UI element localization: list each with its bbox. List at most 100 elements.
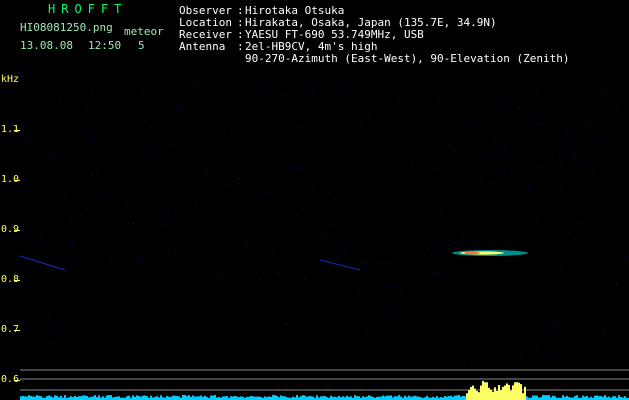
noise-speck — [245, 111, 246, 113]
noise-speck — [548, 227, 550, 229]
noise-speck — [493, 80, 495, 82]
noise-speck — [222, 231, 224, 233]
noise-speck — [544, 221, 545, 223]
level-bar — [106, 395, 108, 400]
level-bar — [182, 395, 184, 400]
level-bar — [264, 396, 266, 400]
noise-speck — [439, 208, 441, 210]
noise-speck — [279, 103, 281, 105]
noise-speck — [559, 120, 561, 122]
noise-speck — [213, 214, 215, 216]
noise-speck — [558, 87, 559, 89]
noise-speck — [315, 133, 317, 135]
noise-speck — [552, 86, 554, 88]
noise-speck — [435, 272, 437, 274]
noise-speck — [86, 90, 88, 92]
noise-speck — [364, 279, 366, 281]
noise-speck — [439, 99, 440, 101]
noise-speck — [561, 125, 563, 127]
noise-speck — [281, 194, 283, 196]
noise-speck — [196, 205, 198, 207]
noise-speck — [298, 204, 300, 206]
noise-speck — [531, 180, 533, 182]
noise-speck — [267, 305, 269, 307]
noise-speck — [552, 157, 554, 159]
level-bar — [188, 395, 190, 400]
noise-speck — [148, 285, 150, 287]
noise-speck — [334, 259, 335, 261]
noise-speck — [232, 99, 234, 101]
noise-speck — [235, 293, 237, 295]
noise-speck — [240, 300, 242, 302]
noise-speck — [524, 258, 526, 260]
level-bar — [426, 395, 428, 400]
noise-speck — [231, 193, 233, 195]
noise-speck — [47, 298, 49, 300]
noise-speck — [247, 120, 249, 122]
noise-speck — [86, 106, 88, 108]
level-bar — [330, 395, 332, 400]
noise-speck — [532, 158, 534, 160]
noise-speck — [256, 251, 258, 253]
noise-speck — [50, 179, 52, 181]
noise-speck — [586, 161, 588, 163]
noise-speck — [549, 352, 551, 354]
noise-speck — [96, 230, 98, 232]
noise-speck — [423, 291, 425, 292]
level-bar — [490, 389, 492, 400]
noise-speck — [205, 171, 207, 173]
noise-speck — [213, 261, 215, 263]
noise-speck — [313, 94, 315, 96]
level-bar — [234, 396, 236, 400]
level-bar — [242, 396, 244, 400]
noise-speck — [117, 298, 119, 300]
noise-speck — [363, 344, 365, 345]
noise-speck — [125, 295, 127, 297]
noise-speck — [276, 227, 278, 229]
noise-speck — [473, 213, 475, 215]
noise-speck — [401, 280, 403, 282]
noise-speck — [172, 247, 174, 249]
level-bar — [522, 393, 524, 400]
noise-speck — [378, 146, 380, 147]
noise-speck — [86, 136, 88, 138]
noise-speck — [598, 117, 600, 119]
noise-speck — [189, 83, 191, 85]
noise-speck — [488, 208, 490, 210]
noise-speck — [446, 160, 448, 162]
noise-speck — [582, 276, 584, 278]
noise-speck — [560, 239, 562, 241]
noise-speck — [95, 270, 97, 272]
noise-speck — [537, 90, 538, 92]
noise-speck — [594, 152, 596, 154]
noise-speck — [87, 341, 89, 343]
noise-speck — [194, 196, 196, 198]
noise-speck — [262, 353, 264, 355]
noise-speck — [252, 136, 254, 138]
noise-speck — [463, 361, 465, 362]
noise-speck — [562, 172, 564, 174]
noise-speck — [176, 344, 177, 346]
noise-speck — [74, 96, 76, 98]
noise-speck — [167, 322, 169, 324]
level-bar — [598, 396, 600, 400]
noise-speck — [138, 228, 140, 230]
noise-speck — [315, 190, 317, 191]
noise-speck — [479, 111, 481, 113]
noise-speck — [270, 299, 272, 301]
noise-speck — [171, 287, 173, 289]
noise-speck — [31, 239, 33, 241]
noise-speck — [334, 198, 336, 200]
noise-speck — [378, 320, 380, 322]
noise-speck — [140, 88, 142, 90]
noise-speck — [231, 124, 233, 126]
noise-speck — [209, 348, 211, 350]
level-bar — [414, 395, 416, 400]
noise-speck — [44, 202, 45, 204]
noise-speck — [354, 195, 356, 197]
noise-speck — [517, 304, 519, 306]
noise-speck — [516, 94, 518, 96]
noise-speck — [192, 183, 194, 185]
noise-speck — [444, 344, 446, 346]
noise-speck — [508, 313, 509, 315]
